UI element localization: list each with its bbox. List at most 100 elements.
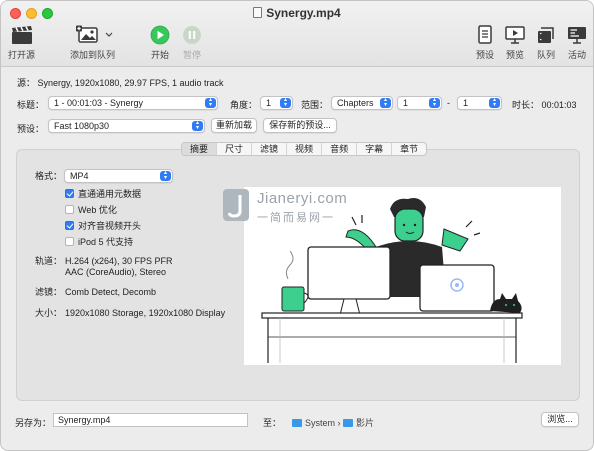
activity-label: 活动	[567, 50, 586, 60]
tab-subtitles[interactable]: 字幕	[357, 143, 393, 155]
checkbox-label: 对齐音视频开头	[78, 221, 142, 231]
range-end-value: 1	[463, 98, 469, 108]
folder-icon	[292, 419, 302, 427]
tab-summary[interactable]: 摘要	[182, 143, 218, 155]
settings-tabs: 摘要 尺寸 滤镜 视频 音频 字幕 章节	[181, 142, 428, 156]
chevron-down-icon	[105, 32, 112, 37]
title-bar: Synergy.mp4 打开源 添加到队列 开始 暂停 预设 预览 队列 活动	[1, 1, 593, 67]
range-start-value: 1	[403, 98, 409, 108]
start-label: 开始	[150, 50, 169, 60]
filters-value: Comb Detect, Decomb	[65, 287, 157, 297]
checkbox-label: 直通通用元数据	[78, 189, 142, 199]
path-segment-system: System	[305, 418, 336, 428]
audio-track-info: AAC (CoreAudio), Stereo	[65, 267, 167, 277]
open-source-button[interactable]: 打开源	[8, 25, 35, 61]
range-end-select[interactable]: 1 ▴ ▾	[457, 96, 502, 110]
preview-label: 预览	[505, 50, 524, 60]
select-arrows-icon: ▴ ▾	[205, 97, 216, 108]
range-type-select[interactable]: Chapters ▴ ▾	[331, 96, 393, 110]
title-label: 标题：	[17, 100, 45, 110]
window-title: Synergy.mp4	[1, 6, 593, 20]
window-title-text: Synergy.mp4	[266, 6, 341, 20]
checkbox-unchecked-icon	[65, 237, 74, 246]
preview-button[interactable]: 预览	[504, 25, 526, 61]
watermark-subtext: 一简而易网一	[257, 212, 335, 224]
save-as-label: 另存为：	[15, 418, 52, 428]
select-arrows-icon: ▴ ▾	[280, 97, 291, 108]
document-icon	[253, 7, 263, 18]
range-dash: -	[447, 98, 450, 108]
pause-icon	[183, 26, 201, 44]
checkbox-label: Web 优化	[78, 205, 117, 215]
start-button[interactable]: 开始	[149, 25, 171, 61]
range-start-select[interactable]: 1 ▴ ▾	[397, 96, 442, 110]
destination-path[interactable]: System › 影片	[292, 416, 374, 429]
passthru-metadata-checkbox[interactable]: 直通通用元数据	[65, 187, 141, 200]
tracks-label: 轨道：	[35, 256, 63, 266]
select-arrows-icon: ▴ ▾	[160, 170, 171, 181]
tab-video[interactable]: 视频	[287, 143, 323, 155]
format-label: 格式：	[35, 171, 63, 181]
watermark-text: Jianeryi.com	[257, 190, 348, 207]
add-image-icon	[75, 25, 112, 43]
align-av-start-checkbox[interactable]: 对齐音视频开头	[65, 219, 141, 232]
tab-dimensions[interactable]: 尺寸	[217, 143, 253, 155]
open-source-label: 打开源	[8, 50, 36, 60]
tab-audio[interactable]: 音频	[322, 143, 358, 155]
activity-button[interactable]: 活动	[566, 25, 588, 61]
size-label: 大小：	[35, 308, 63, 318]
angle-label: 角度：	[230, 100, 258, 110]
reload-preset-button[interactable]: 重新加载	[211, 118, 257, 133]
video-track-info: H.264 (x264), 30 FPS PFR	[65, 256, 173, 266]
select-arrows-icon: ▴ ▾	[192, 120, 203, 131]
checkbox-checked-icon	[65, 221, 74, 230]
format-select-value: MP4	[70, 171, 89, 181]
duration-value: 00:01:03	[541, 100, 577, 110]
checkbox-label: iPod 5 代支持	[78, 237, 134, 247]
tab-filters[interactable]: 滤镜	[252, 143, 288, 155]
path-separator: ›	[337, 418, 341, 428]
app-window: Synergy.mp4 打开源 添加到队列 开始 暂停 预设 预览 队列 活动 …	[0, 0, 594, 451]
checkbox-unchecked-icon	[65, 205, 74, 214]
pause-label: 暂停	[182, 50, 201, 60]
select-arrows-icon: ▴ ▾	[429, 97, 440, 108]
watermark-logo-icon	[223, 189, 249, 221]
queue-label: 队列	[536, 50, 555, 60]
checkbox-checked-icon	[65, 189, 74, 198]
play-icon	[150, 25, 170, 45]
ipod-5g-checkbox[interactable]: iPod 5 代支持	[65, 235, 133, 248]
presets-label: 预设	[475, 50, 494, 60]
angle-select-value: 1	[266, 98, 272, 108]
clapperboard-icon	[11, 26, 32, 44]
presets-icon	[478, 25, 492, 44]
source-label: 源：	[17, 78, 36, 88]
presets-button[interactable]: 预设	[475, 25, 495, 61]
watermark: Jianeryi.com 一简而易网一	[219, 187, 379, 227]
preview-monitor-icon	[505, 26, 525, 44]
tab-chapters[interactable]: 章节	[392, 143, 426, 155]
save-new-preset-button[interactable]: 保存新的预设...	[263, 118, 337, 133]
filename-field[interactable]: Synergy.mp4	[53, 413, 248, 427]
title-select[interactable]: 1 - 00:01:03 - Synergy ▴ ▾	[48, 96, 218, 110]
path-segment-movies: 影片	[356, 418, 375, 428]
source-value: Synergy, 1920x1080, 29.97 FPS, 1 audio t…	[37, 78, 224, 88]
destination-label: 至：	[263, 418, 282, 428]
pause-button[interactable]: 暂停	[181, 25, 203, 61]
add-to-queue-button[interactable]: 添加到队列	[70, 25, 115, 61]
duration-label: 时长：	[512, 100, 540, 110]
preset-select[interactable]: Fast 1080p30 ▴ ▾	[48, 119, 205, 133]
title-select-value: 1 - 00:01:03 - Synergy	[54, 98, 144, 108]
tracks-value: H.264 (x264), 30 FPS PFR AAC (CoreAudio)…	[65, 256, 173, 278]
web-optimize-checkbox[interactable]: Web 优化	[65, 203, 117, 216]
source-row: 源： Synergy, 1920x1080, 29.97 FPS, 1 audi…	[17, 76, 223, 89]
browse-button[interactable]: 浏览...	[541, 412, 579, 427]
format-select[interactable]: MP4 ▴ ▾	[64, 169, 173, 183]
select-arrows-icon: ▴ ▾	[380, 97, 391, 108]
range-type-value: Chapters	[337, 98, 374, 108]
preset-label: 预设：	[17, 124, 45, 134]
add-to-queue-label: 添加到队列	[70, 50, 116, 60]
queue-button[interactable]: 队列	[536, 25, 556, 61]
range-label: 范围：	[301, 100, 329, 110]
activity-monitor-icon	[568, 27, 586, 44]
angle-select[interactable]: 1 ▴ ▾	[260, 96, 293, 110]
